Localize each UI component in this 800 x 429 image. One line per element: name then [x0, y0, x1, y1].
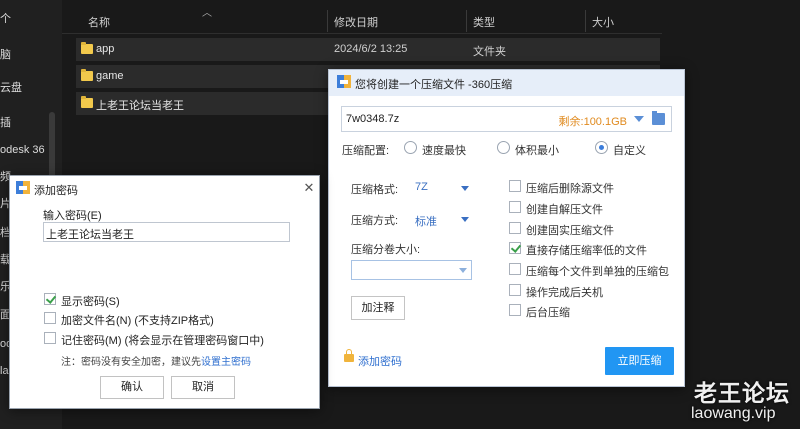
solid-archive-label: 创建固实压缩文件	[526, 225, 614, 237]
radio-smallest-label: 体积最小	[515, 145, 559, 157]
store-low-ratio-label: 直接存储压缩率低的文件	[526, 245, 647, 257]
column-divider[interactable]	[466, 10, 467, 32]
chevron-down-icon[interactable]	[459, 268, 467, 273]
radio-fastest-label: 速度最快	[422, 145, 466, 157]
nav-item[interactable]: 个	[0, 8, 62, 30]
self-extract-checkbox[interactable]	[509, 201, 521, 213]
shutdown-after-label: 操作完成后关机	[526, 287, 603, 299]
add-comment-button[interactable]: 加注释	[351, 296, 405, 320]
remember-password-checkbox[interactable]	[44, 332, 56, 344]
archive-app-icon	[16, 181, 30, 194]
watermark: 老王论坛 laowang.vip	[686, 372, 800, 429]
password-input-value: 上老王论坛当老王	[46, 229, 134, 241]
column-name[interactable]: 名称	[88, 14, 110, 30]
compress-dialog: 您将创建一个压缩文件 -360压缩 7w0348.7z 剩余:100.1GB 压…	[328, 69, 685, 387]
folder-icon	[81, 69, 93, 81]
folder-icon	[81, 96, 93, 108]
watermark-title: 老王论坛	[694, 380, 790, 406]
delete-source-checkbox[interactable]	[509, 180, 521, 192]
confirm-button[interactable]: 确认	[100, 376, 164, 399]
method-label: 压缩方式:	[351, 215, 399, 227]
column-type[interactable]: 类型	[473, 14, 495, 30]
solid-archive-checkbox[interactable]	[509, 222, 521, 234]
file-name: app	[96, 43, 115, 55]
radio-smallest[interactable]	[497, 141, 510, 154]
add-password-dialog: 添加密码 ✕ 输入密码(E) 上老王论坛当老王 显示密码(S) 加密文件名(N)…	[9, 175, 320, 409]
chevron-down-icon[interactable]	[634, 116, 644, 122]
volume-size-select[interactable]	[351, 260, 472, 280]
format-select-value[interactable]: 7Z	[415, 181, 428, 193]
dialog-title: 添加密码	[34, 185, 78, 197]
nav-item[interactable]: 云盘	[0, 77, 62, 99]
column-header: ︿ 名称 修改日期 类型 大小	[62, 6, 662, 34]
self-extract-label: 创建自解压文件	[526, 204, 603, 216]
file-row[interactable]: app 2024/6/2 13:25 文件夹	[76, 38, 660, 61]
store-low-ratio-checkbox[interactable]	[509, 242, 521, 254]
add-password-link[interactable]: 添加密码	[358, 353, 402, 369]
file-name: game	[96, 70, 124, 82]
nav-item[interactable]: 脑	[0, 44, 62, 66]
set-master-password-link[interactable]: 设置主密码	[201, 357, 251, 368]
volume-size-label: 压缩分卷大小:	[351, 244, 421, 256]
background-compress-checkbox[interactable]	[509, 304, 521, 316]
show-password-checkbox[interactable]	[44, 293, 56, 305]
delete-source-label: 压缩后删除源文件	[526, 183, 614, 195]
folder-icon	[81, 42, 93, 54]
file-type: 文件夹	[473, 46, 506, 58]
security-note-text: 注：密码没有安全加密，建议先	[61, 357, 201, 368]
encrypt-filenames-checkbox[interactable]	[44, 312, 56, 324]
column-date[interactable]: 修改日期	[334, 14, 378, 30]
watermark-url: laowang.vip	[691, 405, 776, 422]
column-divider[interactable]	[585, 10, 586, 32]
close-icon[interactable]: ✕	[300, 179, 318, 197]
method-chevron-down-icon[interactable]	[461, 217, 469, 222]
separate-archives-checkbox[interactable]	[509, 263, 521, 275]
remaining-space: 剩余:100.1GB	[558, 116, 627, 128]
file-name: 上老王论坛当老王	[96, 100, 184, 112]
security-note: 注：密码没有安全加密，建议先设置主密码	[61, 353, 251, 368]
output-path-field[interactable]: 7w0348.7z 剩余:100.1GB	[341, 106, 672, 132]
file-date: 2024/6/2 13:25	[334, 43, 408, 55]
browse-folder-icon[interactable]	[652, 111, 665, 125]
dialog-title: 您将创建一个压缩文件 -360压缩	[355, 79, 513, 91]
dialog-titlebar[interactable]: 添加密码 ✕	[10, 176, 319, 200]
lock-icon	[344, 349, 354, 362]
column-divider[interactable]	[327, 10, 328, 32]
column-size[interactable]: 大小	[592, 14, 614, 30]
background-compress-label: 后台压缩	[526, 307, 570, 319]
sort-chevron-icon[interactable]: ︿	[202, 4, 212, 19]
compress-now-button[interactable]: 立即压缩	[605, 347, 674, 375]
dialog-titlebar[interactable]: 您将创建一个压缩文件 -360压缩	[329, 70, 684, 96]
encrypt-filenames-label: 加密文件名(N) (不支持ZIP格式)	[61, 315, 214, 327]
password-input[interactable]: 上老王论坛当老王	[43, 222, 290, 242]
separate-archives-label: 压缩每个文件到单独的压缩包	[526, 266, 669, 278]
config-label: 压缩配置:	[342, 145, 390, 157]
show-password-label: 显示密码(S)	[61, 296, 120, 308]
format-label: 压缩格式:	[351, 184, 399, 196]
radio-custom-label: 自定义	[613, 145, 646, 157]
cancel-button[interactable]: 取消	[171, 376, 235, 399]
password-input-label: 输入密码(E)	[43, 210, 102, 222]
method-select-value[interactable]: 标准	[415, 213, 437, 229]
output-path-value: 7w0348.7z	[346, 113, 400, 125]
radio-fastest[interactable]	[404, 141, 417, 154]
radio-custom[interactable]	[595, 141, 608, 154]
shutdown-after-checkbox[interactable]	[509, 284, 521, 296]
remember-password-label: 记住密码(M) (将会显示在管理密码窗口中)	[61, 335, 264, 347]
archive-app-icon	[337, 75, 351, 88]
format-chevron-down-icon[interactable]	[461, 186, 469, 191]
